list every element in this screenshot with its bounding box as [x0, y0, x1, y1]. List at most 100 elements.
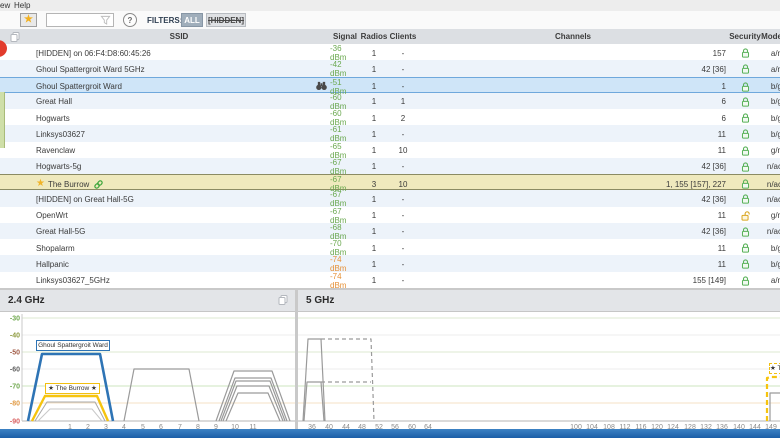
- table-row[interactable]: Shopalarm -70 dBm 1-11 b/g: [0, 239, 780, 257]
- ssid-text: Ghoul Spattergroit Ward: [36, 82, 122, 91]
- filter-hidden-button[interactable]: [HIDDEN]: [206, 13, 246, 27]
- lock-icon: [741, 162, 749, 172]
- mode-cell: a/n: [770, 64, 780, 74]
- table-row[interactable]: Ghoul Spattergroit Ward -51 dBm 1-1 b/g: [0, 76, 780, 96]
- lock-open-icon: [741, 210, 750, 221]
- header-mode[interactable]: Mode: [761, 29, 780, 44]
- hallpanic-ch11-curve: [225, 392, 281, 422]
- table-row[interactable]: Hallpanic -74 dBm 1-11 b/g: [0, 255, 780, 273]
- row-leading-cell: [0, 158, 28, 176]
- table-header: SSID Signal Radios Clients Channels Secu…: [0, 29, 780, 45]
- mode-cell: n/ac: [766, 162, 780, 172]
- help-icon[interactable]: ?: [123, 13, 137, 27]
- table-row[interactable]: Ravenclaw -65 dBm 1 10 11 g/n: [0, 141, 780, 160]
- toolbar: ★ ? FILTERS: ALL [HIDDEN]: [0, 11, 780, 30]
- lock-icon: [741, 275, 749, 286]
- table-row[interactable]: Linksys03627 -61 dBm 1-11 b/g: [0, 125, 780, 143]
- band-5ghz-plot: 36 40 44 48 52 56 60 64 100 104 108 112 116 120 124 128…: [298, 312, 780, 430]
- ssid-text: Ghoul Spattergroit Ward 5GHz: [36, 64, 145, 74]
- ghoul-5ghz-80mhz-ext-curve: [321, 338, 375, 422]
- lock-icon: [741, 194, 749, 204]
- signal-cell: -42 dBm: [330, 60, 347, 79]
- spectrum-charts: 2.4 GHz -30 -40 -50 -60 -70 -80 -90 1 2 3 4 5 6 7 8 9 10…: [0, 288, 780, 432]
- network-label: ★ The Burrow ★: [45, 383, 100, 394]
- lock-icon: [741, 48, 749, 58]
- band-2-4ghz-header: 2.4 GHz: [0, 290, 295, 312]
- clients-cell: -: [401, 276, 405, 285]
- header-ssid[interactable]: SSID: [28, 29, 330, 44]
- link-icon: [94, 179, 104, 189]
- y-axis-tick-label: -60: [10, 367, 20, 374]
- search-field: [46, 13, 114, 27]
- header-clients[interactable]: Clients: [388, 29, 418, 44]
- row-leading-cell: [0, 272, 28, 290]
- lock-icon: [741, 243, 749, 253]
- table-row[interactable]: [HIDDEN] on 06:F4:D8:60:45:26 -36 dBm 1-15…: [0, 44, 780, 62]
- network-label: Ghoul Spattergroit Ward: [36, 340, 110, 351]
- radios-cell: 1: [371, 276, 377, 285]
- lock-icon: [741, 145, 749, 156]
- y-axis-tick-label: -50: [10, 350, 20, 357]
- band-2-4ghz-title: 2.4 GHz: [8, 295, 45, 306]
- band-5ghz-header: 5 GHz: [298, 290, 780, 312]
- lock-icon: [741, 81, 749, 92]
- chart-canvas: 36 40 44 48 52 56 60 64 100 104 108 112 116 120 124 128…: [298, 317, 780, 430]
- band-5ghz-title: 5 GHz: [306, 295, 335, 306]
- ssid-cell: Ghoul Spattergroit Ward 5GHz: [28, 60, 330, 78]
- the-burrow-5ghz-ch155-curve: [765, 375, 780, 421]
- ssid-text: The Burrow: [47, 179, 90, 189]
- lock-icon: [741, 179, 749, 189]
- radios-cell: 1: [371, 64, 377, 74]
- copy-chart-button[interactable]: [277, 294, 289, 309]
- copy-icon: [10, 31, 20, 42]
- favorites-filter-button[interactable]: ★: [20, 13, 37, 27]
- mode-cell: a/n: [770, 276, 780, 285]
- lock-icon: [741, 129, 749, 139]
- ssid-text: Hallpanic: [36, 259, 69, 269]
- header-radios[interactable]: Radios: [360, 29, 388, 44]
- network-table: [HIDDEN] on 06:F4:D8:60:45:26 -36 dBm 1-15…: [0, 44, 780, 290]
- menu-item-partial[interactable]: ew: [0, 1, 10, 10]
- band-2-4ghz-panel: 2.4 GHz -30 -40 -50 -60 -70 -80 -90 1 2 3 4 5 6 7 8 9 10…: [0, 290, 295, 430]
- y-axis-tick-label: -30: [10, 316, 20, 323]
- table-row[interactable]: Great Hall-5G -68 dBm 1-42 [36] n/ac: [0, 222, 780, 241]
- band-5ghz-panel: 5 GHz 36 40 44 48 52 56 60 64 100 104 108 112 116 120…: [298, 290, 780, 430]
- table-row[interactable]: [HIDDEN] on Great Hall-5G -67 dBm 1-42 [36…: [0, 190, 780, 208]
- ssid-text: Linksys03627_5GHz: [36, 276, 110, 285]
- ghoul-5ghz-ch36-curve: [302, 338, 326, 422]
- lock-icon: [741, 64, 749, 74]
- radios-cell: 1: [371, 162, 377, 172]
- wifi-analyzer-window: ew Help ★ ? FILTERS: ALL [HIDDEN] SSID S…: [0, 0, 780, 438]
- table-row[interactable]: Great Hall -60 dBm 1 1 6 b/g: [0, 92, 780, 111]
- lock-icon: [741, 259, 749, 269]
- 5ghz-minus67-group-ch36-curve: [303, 381, 325, 422]
- ssid-text: Great Hall: [36, 97, 73, 107]
- table-row[interactable]: ★ The Burrow -67 dBm 3 10 1, 155 [157], 227 n/…: [0, 174, 780, 193]
- copy-icon: [278, 295, 288, 305]
- security-cell: [728, 158, 762, 176]
- search-input[interactable]: [48, 15, 104, 27]
- table-row[interactable]: Ghoul Spattergroit Ward 5GHz -42 dBm 1 - 42 …: [0, 60, 780, 79]
- ssid-text: Hogwarts: [36, 113, 70, 123]
- table-row[interactable]: Linksys03627_5GHz -74 dBm 1 - 155 [149] a/n: [0, 271, 780, 290]
- header-security[interactable]: Security: [728, 29, 762, 44]
- ssid-text: Ravenclaw: [36, 146, 76, 155]
- linksys-5ghz-ch155-curve: [769, 392, 780, 421]
- table-row[interactable]: OpenWrt -67 dBm 1-11 g/n: [0, 206, 780, 225]
- header-channels[interactable]: Channels: [418, 29, 728, 44]
- channels-cell: 42 [36]: [701, 64, 726, 74]
- ssid-text: Great Hall-5G: [36, 227, 86, 237]
- table-row[interactable]: Hogwarts-5g -67 dBm 1 - 42 [36] n/ac: [0, 157, 780, 176]
- ssid-text: [HIDDEN] on 06:F4:D8:60:45:26: [36, 48, 151, 58]
- great-hall-hogwarts-ch6-curve: [123, 368, 200, 422]
- header-signal[interactable]: Signal: [330, 29, 360, 44]
- lock-icon: [741, 113, 749, 123]
- clients-cell: -: [401, 64, 405, 74]
- menu-item-help[interactable]: Help: [14, 1, 30, 10]
- band-2-4ghz-plot: -30 -40 -50 -60 -70 -80 -90 1 2 3 4 5 6 7 8 9 10 11 Ghoul …: [0, 312, 295, 430]
- signal-cell: -67 dBm: [330, 157, 347, 176]
- table-row[interactable]: Hogwarts -60 dBm 1 2 6 b/g: [0, 109, 780, 127]
- cropped-panel-fragment: [0, 92, 5, 148]
- funnel-icon: [100, 15, 111, 25]
- filter-all-button[interactable]: ALL: [181, 13, 203, 27]
